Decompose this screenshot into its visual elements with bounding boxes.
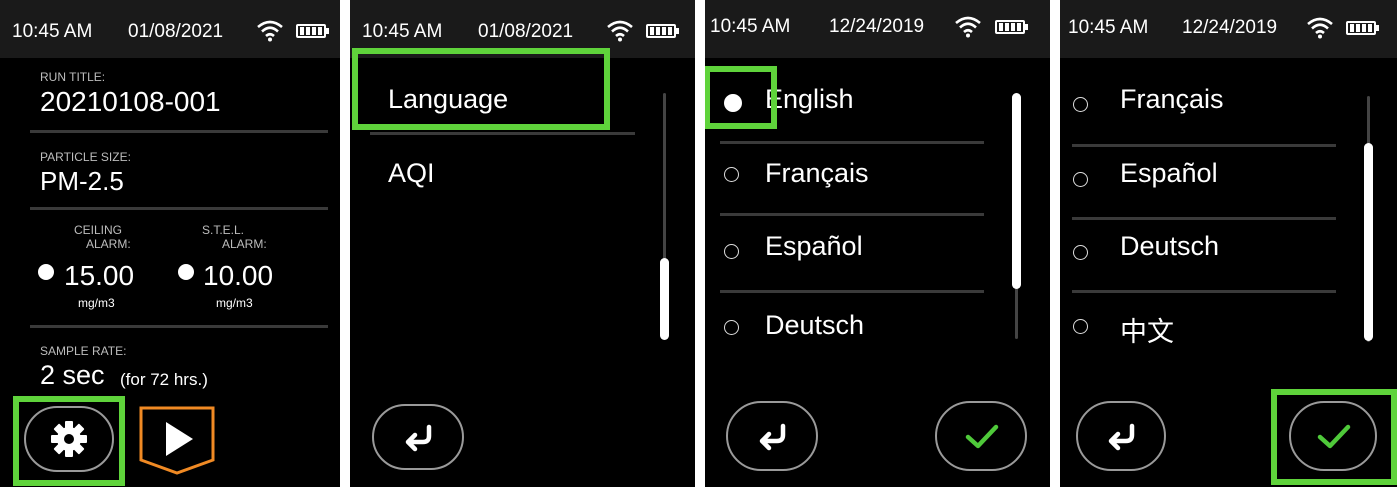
particle-size-value: PM-2.5 — [40, 166, 124, 196]
radio-espanol[interactable] — [1073, 172, 1088, 187]
wifi-icon — [607, 20, 633, 42]
language-screen: 10:45 AM 12/24/2019 English Français Esp… — [705, 0, 1050, 487]
status-time: 10:45 AM — [12, 21, 93, 42]
run-title-label: RUN TITLE: — [40, 70, 106, 84]
highlight-confirm — [1271, 389, 1397, 485]
ceiling-alarm-label-line1: CEILING — [74, 223, 123, 237]
battery-icon — [296, 24, 329, 38]
highlight-english-radio — [705, 66, 777, 129]
home-screen: 10:45 AM 01/08/2021 RUN TITLE: 20210108-… — [0, 0, 340, 487]
language-option-deutsch[interactable]: Deutsch — [765, 310, 864, 341]
radio-deutsch[interactable] — [1073, 245, 1088, 260]
language-screen-scrolled: 10:45 AM 12/24/2019 Français Español Deu… — [1060, 0, 1397, 487]
return-arrow-icon — [759, 423, 786, 451]
divider — [30, 130, 328, 133]
stel-alarm-indicator — [178, 264, 194, 280]
divider — [1072, 217, 1336, 220]
highlight-settings — [13, 396, 125, 486]
back-button[interactable] — [1076, 401, 1166, 471]
scrollbar-thumb[interactable] — [1012, 93, 1021, 289]
divider — [30, 207, 328, 210]
status-date: 12/24/2019 — [829, 16, 925, 37]
back-button[interactable] — [726, 401, 818, 471]
run-title-value: 20210108-001 — [40, 86, 221, 117]
language-option-deutsch[interactable]: Deutsch — [1120, 231, 1219, 262]
scrollbar-thumb[interactable] — [1364, 143, 1373, 341]
wifi-icon — [955, 16, 981, 38]
stel-alarm-value: 10.00 — [203, 260, 274, 291]
status-date: 01/08/2021 — [128, 21, 224, 42]
status-date: 12/24/2019 — [1182, 17, 1278, 38]
divider — [1072, 144, 1336, 147]
radio-francais[interactable] — [724, 167, 739, 182]
ceiling-alarm-indicator — [38, 264, 54, 280]
language-option-chinese[interactable]: 中文 — [1120, 310, 1174, 349]
status-time: 10:45 AM — [362, 21, 443, 42]
wifi-icon — [257, 20, 283, 42]
sample-rate-note: (for 72 hrs.) — [120, 370, 208, 389]
confirm-button[interactable] — [935, 401, 1027, 471]
status-time: 10:45 AM — [710, 16, 791, 37]
battery-icon — [1346, 21, 1379, 35]
divider — [720, 290, 984, 293]
back-button[interactable] — [372, 404, 464, 470]
battery-icon — [995, 20, 1028, 34]
divider — [1072, 290, 1336, 293]
ceiling-alarm-label-line2: ALARM: — [86, 237, 131, 251]
radio-chinese[interactable] — [1073, 319, 1088, 334]
language-option-espanol[interactable]: Español — [765, 231, 863, 262]
play-button[interactable] — [137, 404, 217, 476]
sample-rate-label: SAMPLE RATE: — [40, 344, 127, 358]
highlight-language — [352, 48, 610, 130]
return-arrow-icon — [1108, 423, 1135, 451]
divider — [720, 213, 984, 216]
status-time: 10:45 AM — [1068, 17, 1149, 38]
stel-alarm-label-line1: S.T.E.L. — [202, 223, 245, 237]
wifi-icon — [1307, 17, 1333, 39]
check-icon — [965, 424, 999, 449]
divider — [30, 325, 328, 328]
ceiling-alarm-value: 15.00 — [64, 260, 135, 291]
status-bar: 10:45 AM 01/08/2021 — [0, 0, 340, 58]
status-bar: 10:45 AM 12/24/2019 — [1060, 0, 1397, 58]
stel-alarm-unit: mg/m3 — [216, 296, 253, 310]
radio-deutsch[interactable] — [724, 320, 739, 335]
status-date: 01/08/2021 — [478, 21, 574, 42]
battery-icon — [646, 24, 679, 38]
divider — [720, 141, 984, 144]
stel-alarm-label-line2: ALARM: — [222, 237, 267, 251]
return-arrow-icon — [405, 424, 432, 452]
divider — [370, 132, 635, 135]
scrollbar-thumb[interactable] — [660, 258, 669, 340]
radio-francais[interactable] — [1073, 97, 1088, 112]
language-option-francais[interactable]: Français — [1120, 84, 1224, 115]
sample-rate-value: 2 sec — [40, 360, 105, 390]
ceiling-alarm-unit: mg/m3 — [78, 296, 115, 310]
menu-item-aqi[interactable]: AQI — [388, 158, 435, 189]
language-option-english[interactable]: English — [765, 84, 854, 115]
radio-espanol[interactable] — [724, 244, 739, 259]
settings-menu-screen: 10:45 AM 01/08/2021 Language AQI — [350, 0, 695, 487]
particle-size-label: PARTICLE SIZE: — [40, 150, 131, 164]
status-bar: 10:45 AM 12/24/2019 — [705, 0, 1050, 58]
language-option-espanol[interactable]: Español — [1120, 158, 1218, 189]
language-option-francais[interactable]: Français — [765, 158, 869, 189]
